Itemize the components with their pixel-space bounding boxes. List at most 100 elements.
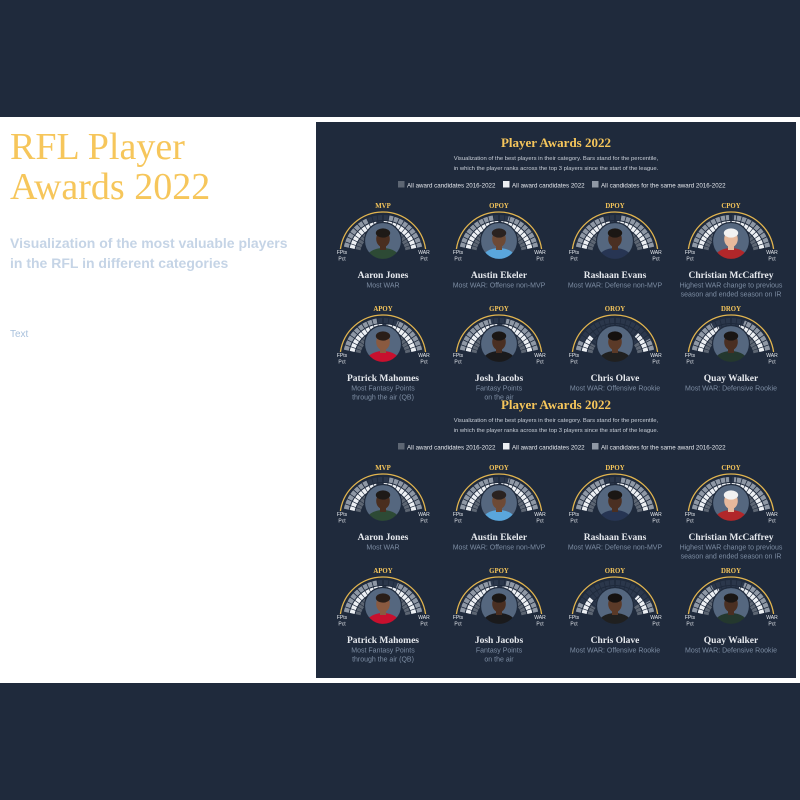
bar-track-segment (615, 477, 621, 483)
bar-track-segment (499, 580, 505, 586)
fpts-pct-bar-segment (599, 478, 605, 485)
award-label: GPOY (489, 306, 509, 313)
legend-label: All candidates for the same award 2016-2… (601, 182, 726, 189)
fpts-pct-bar-segment (343, 345, 350, 351)
fpts-axis-label: FPts (685, 250, 696, 256)
bar-track-segment (367, 478, 373, 485)
war-axis-label: Pct (768, 257, 776, 263)
war-axis-label: WAR (534, 512, 546, 518)
war-pct-bar-segment (509, 581, 515, 588)
bar-track-segment (604, 318, 610, 325)
viz-subtitle-line: Visualization of the best players in the… (454, 156, 659, 162)
award-description: Fantasy Points (476, 648, 523, 655)
award-card-droy: DROYFPtsPctWARPctQuay WalkerMost WAR: De… (685, 568, 778, 655)
fpts-axis-label: Pct (570, 519, 578, 525)
awards-chart: Player Awards 2022 Visualization of the b… (337, 135, 783, 402)
war-axis-label: WAR (766, 615, 778, 621)
fpts-pct-bar-segment (577, 340, 584, 347)
fpts-axis-label: Pct (570, 622, 578, 628)
fpts-pct-bar-segment (697, 347, 704, 352)
fpts-pct-bar-segment (343, 607, 350, 613)
award-card-cpoy: CPOYFPtsPctWARPctChristian McCaffreyHigh… (680, 465, 783, 561)
fpts-pct-bar-segment (575, 607, 582, 613)
bar-track-segment (367, 216, 373, 223)
war-pct-bar-segment (758, 244, 765, 249)
legend-swatch (592, 443, 599, 450)
fpts-axis-label: Pct (454, 519, 462, 525)
award-description: through the air (QB) (352, 657, 414, 664)
fpts-axis-label: Pct (686, 622, 694, 628)
award-card-gpoy: GPOYFPtsPctWARPctJosh JacobsFantasy Poin… (453, 306, 546, 402)
award-description: Fantasy Points (476, 386, 523, 393)
fpts-axis-label: Pct (338, 622, 346, 628)
fpts-axis-label: FPts (337, 512, 348, 518)
player-photo (364, 587, 402, 625)
war-axis-label: WAR (418, 512, 430, 518)
bar-track-segment (604, 215, 610, 222)
player-name: Austin Ekeler (471, 533, 528, 543)
legend-item: All candidates for the same award 2016-2… (592, 181, 726, 189)
player-name: Josh Jacobs (475, 636, 524, 646)
war-pct-bar-segment (532, 607, 539, 613)
bar-track-segment (615, 215, 621, 221)
award-label: CPOY (721, 465, 740, 472)
player-hair (375, 593, 391, 603)
fpts-axis-label: FPts (453, 512, 464, 518)
player-photo (480, 587, 518, 625)
fpts-pct-bar-segment (577, 602, 584, 609)
player-name: Chris Olave (591, 374, 640, 384)
fpts-axis-label: FPts (569, 512, 580, 518)
player-photo (364, 222, 402, 260)
fpts-pct-bar-segment (349, 506, 356, 511)
page-title-line: RFL Player (10, 126, 185, 168)
player-name: Rashaan Evans (584, 271, 647, 281)
fpts-pct-bar-segment (459, 607, 466, 613)
fpts-axis-label: Pct (454, 360, 462, 366)
war-axis-label: WAR (650, 615, 662, 621)
award-card-opoy: OPOYFPtsPctWARPctAustin EkelerMost WAR: … (453, 465, 546, 552)
award-description: Most WAR: Defense non-MVP (568, 545, 663, 552)
bar-track-segment (599, 319, 605, 326)
fpts-pct-bar-segment (725, 215, 730, 221)
war-pct-bar-segment (416, 242, 423, 248)
award-label: APOY (373, 568, 392, 575)
award-description: Most Fantasy Points (351, 386, 415, 393)
legend-swatch (398, 443, 405, 450)
bar-track-segment (620, 580, 626, 587)
war-pct-bar-segment (416, 504, 423, 510)
bar-track-segment (609, 580, 615, 586)
bar-track-segment (736, 318, 742, 325)
war-pct-bar-segment (532, 504, 539, 510)
war-pct-bar-segment (509, 319, 515, 326)
bar-track-segment (499, 215, 505, 221)
player-hair (491, 490, 507, 500)
war-pct-bar-segment (532, 242, 539, 248)
bar-track-segment (372, 477, 378, 484)
page-title: RFL Player Awards 2022 (10, 127, 210, 207)
fpts-pct-bar-segment (343, 504, 350, 510)
war-axis-label: Pct (768, 519, 776, 525)
player-photo (712, 587, 750, 625)
fpts-axis-label: Pct (570, 257, 578, 263)
bar-track-segment (383, 215, 389, 221)
war-pct-bar-segment (416, 607, 423, 613)
war-pct-bar-segment (410, 244, 417, 249)
award-description: Most WAR: Offensive Rookie (570, 386, 660, 393)
bar-track-segment (493, 215, 499, 221)
viz-subtitle-line: in which the player ranks across the top… (454, 428, 659, 434)
fpts-axis-label: FPts (453, 250, 464, 256)
fpts-pct-bar-segment (691, 504, 698, 510)
war-axis-label: Pct (536, 257, 544, 263)
war-axis-label: Pct (420, 622, 428, 628)
war-pct-bar-segment (526, 244, 533, 249)
bar-track-segment (736, 580, 742, 587)
player-photo (712, 222, 750, 260)
award-card-opoy: OPOYFPtsPctWARPctAustin EkelerMost WAR: … (453, 203, 546, 290)
player-name: Patrick Mahomes (347, 636, 419, 646)
war-axis-label: WAR (418, 615, 430, 621)
player-hair (607, 331, 623, 341)
player-hair (375, 331, 391, 341)
war-pct-bar-segment (620, 477, 626, 484)
war-pct-bar-segment (764, 504, 771, 510)
legend-item: All award candidates 2016-2022 (398, 443, 496, 451)
